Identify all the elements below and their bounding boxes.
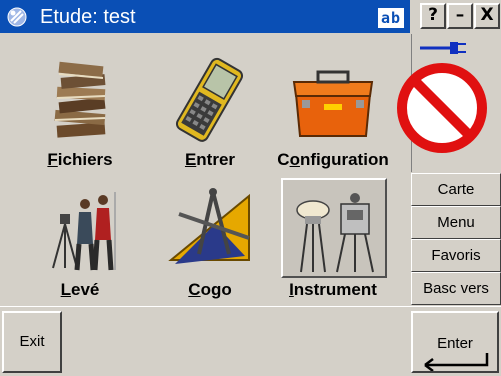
tile-cogo[interactable]: Cogo: [145, 174, 275, 307]
satellite-app-icon: [7, 7, 27, 27]
window-title: Etude: test: [40, 6, 136, 28]
surveyors-icon: [52, 192, 116, 271]
minimize-button[interactable]: –: [447, 3, 473, 29]
tile-fichiers[interactable]: Fichiers: [15, 44, 145, 177]
enter-button-label: Enter: [437, 335, 473, 352]
tile-fichiers-label: Fichiers: [47, 150, 113, 169]
tile-instrument-frame: [281, 178, 387, 278]
favoris-button[interactable]: Favoris: [411, 239, 501, 272]
tile-leve[interactable]: Levé: [15, 174, 145, 307]
tile-configuration-label: Configuration: [277, 150, 389, 169]
tile-entrer[interactable]: Entrer: [145, 44, 275, 177]
gps-total-station-icon: [296, 193, 374, 273]
tile-entrer-label: Entrer: [184, 150, 236, 169]
close-button[interactable]: X: [474, 3, 500, 29]
help-button[interactable]: ?: [420, 3, 446, 29]
basc-vers-button[interactable]: Basc vers: [411, 272, 501, 305]
compass-triangle-icon: [168, 188, 250, 264]
title-bar-caption: Etude: test ab: [0, 0, 410, 33]
input-mode-indicator[interactable]: ab: [378, 8, 404, 28]
carte-button[interactable]: Carte: [411, 173, 501, 206]
side-panel: Carte Menu Favoris Basc vers: [397, 34, 501, 306]
toolbox-icon: [292, 70, 374, 137]
plug-connection-icon[interactable]: [418, 38, 470, 58]
tile-configuration[interactable]: Configuration: [268, 44, 398, 177]
exit-button[interactable]: Exit: [2, 311, 62, 373]
tile-cogo-label: Cogo: [188, 280, 232, 299]
tile-instrument-label: Instrument: [289, 280, 377, 299]
tile-leve-label: Levé: [60, 280, 100, 299]
bottom-bar: Exit Enter: [0, 306, 501, 376]
stacked-books-icon: [54, 61, 106, 138]
handheld-controller-icon: [175, 57, 244, 142]
main-menu-panel: Fichiers Entrer Configuration Levé Cogo …: [0, 34, 410, 306]
menu-button[interactable]: Menu: [411, 206, 501, 239]
connection-status-area: [397, 34, 501, 172]
no-connection-prohibited-icon: [397, 63, 487, 153]
tile-instrument[interactable]: Instrument: [268, 174, 398, 307]
enter-button[interactable]: Enter: [411, 311, 499, 373]
enter-return-icon: [424, 353, 489, 371]
title-bar: Etude: test ab ? – X: [0, 0, 501, 34]
